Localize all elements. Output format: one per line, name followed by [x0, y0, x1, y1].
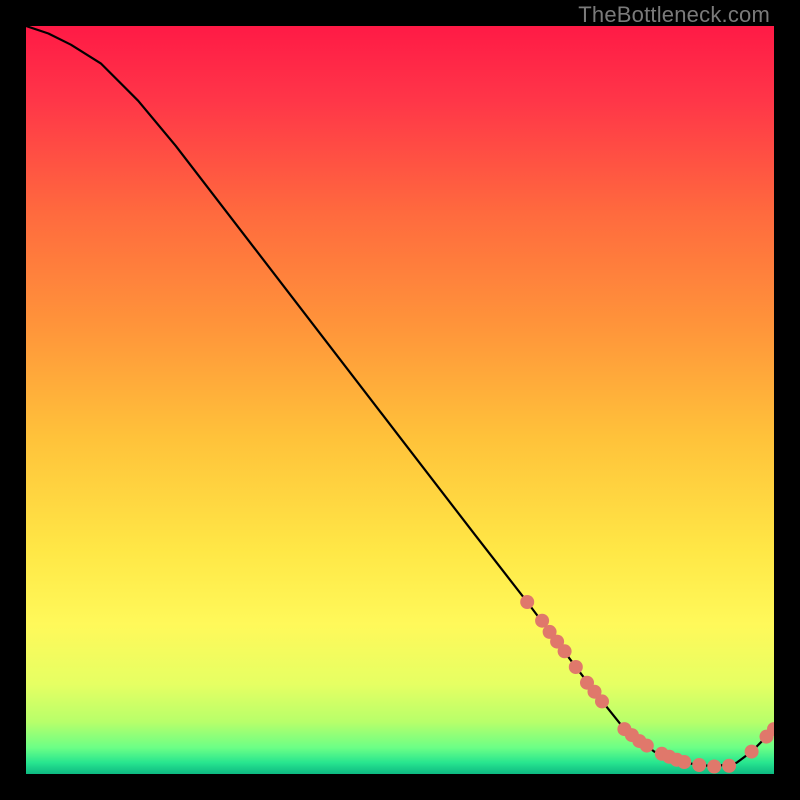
watermark-label: TheBottleneck.com	[578, 2, 770, 28]
marker-point	[707, 760, 721, 774]
marker-point	[692, 758, 706, 772]
marker-point	[722, 759, 736, 773]
marker-point	[595, 694, 609, 708]
marker-point	[569, 660, 583, 674]
marker-point	[640, 739, 654, 753]
marker-point	[745, 745, 759, 759]
chart-frame	[26, 26, 774, 774]
marker-point	[677, 755, 691, 769]
bottleneck-chart	[26, 26, 774, 774]
marker-point	[558, 644, 572, 658]
marker-point	[520, 595, 534, 609]
gradient-background	[26, 26, 774, 774]
